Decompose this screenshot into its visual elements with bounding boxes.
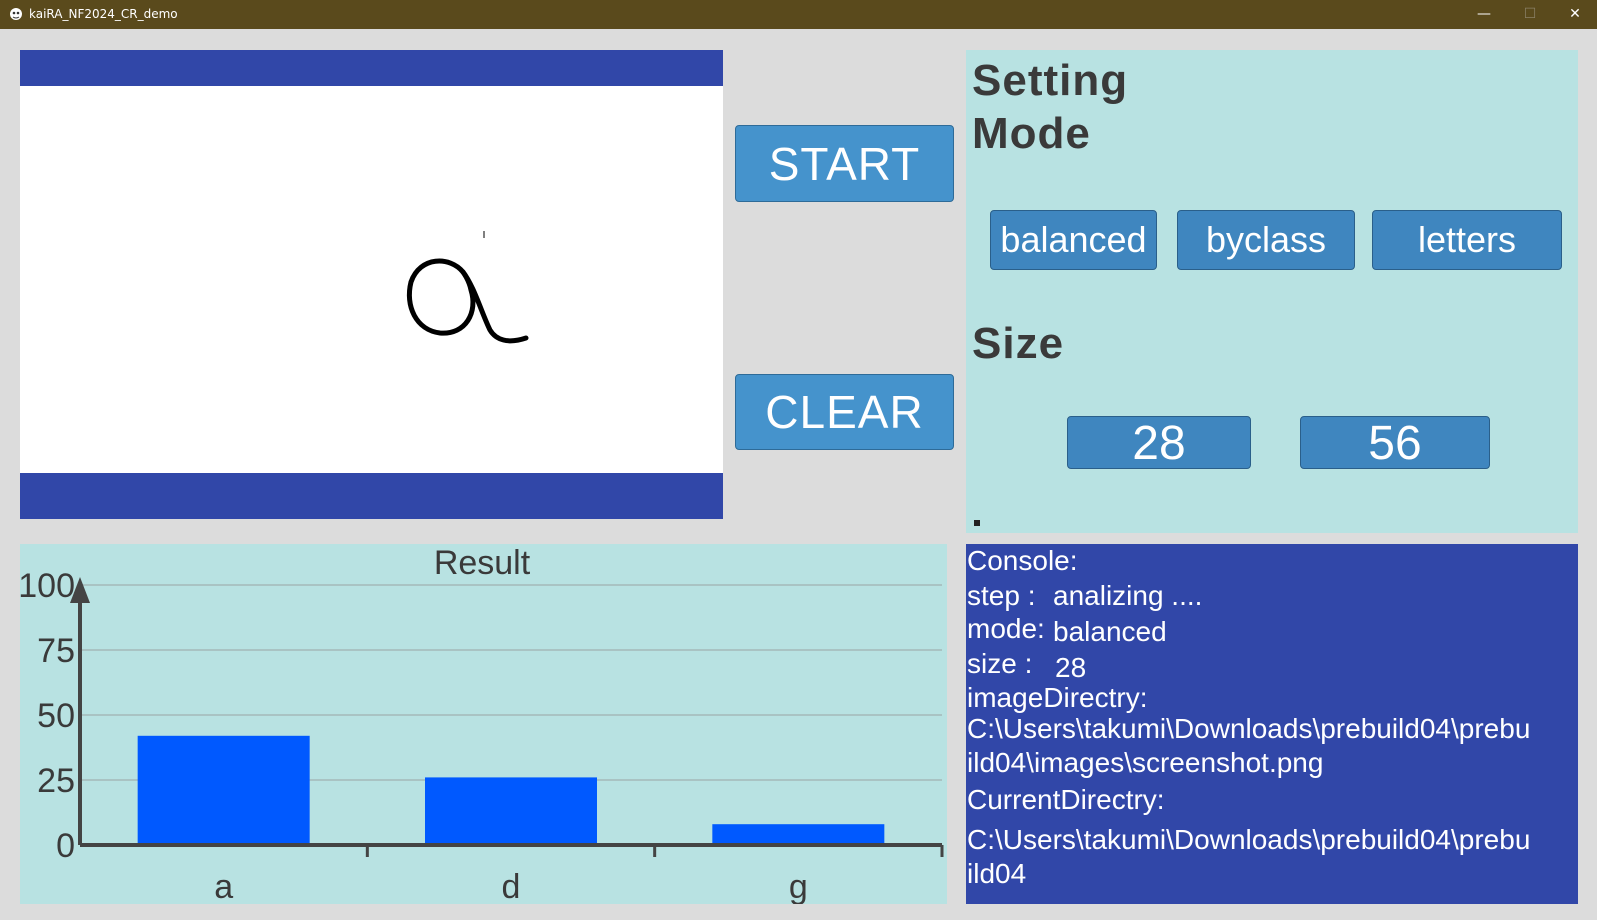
console-step-value: analizing .... [1053,580,1203,611]
console-size-value: 28 [1055,652,1087,683]
console-current-dir-label: CurrentDirectry: [967,784,1165,815]
size-28-button[interactable]: 28 [1067,416,1251,470]
console-size-label: size : [967,648,1033,679]
x-tick-label: a [214,868,233,904]
mode-letters-button[interactable]: letters [1372,210,1562,270]
x-tick-label: g [789,868,808,904]
console-image-dir-line2: ild04\images\screenshot.png [967,747,1324,778]
bar-a [137,735,310,845]
size-heading: Size [972,319,1065,368]
bar-d [425,777,597,845]
console-current-dir-line1: C:\Users\takumi\Downloads\prebuild04\pre… [967,824,1531,855]
title-bar: kaiRA_NF2024_CR_demo — ☐ ✕ [0,0,1597,29]
y-tick-label: 25 [37,762,75,800]
console-header: Console: [967,545,1078,576]
maximize-icon[interactable]: ☐ [1507,0,1553,29]
drawing-canvas[interactable] [20,50,723,519]
console-step-label: step : [967,580,1036,611]
minimize-icon[interactable]: — [1461,0,1507,29]
size-56-button[interactable]: 56 [1300,416,1490,470]
mode-heading: Mode [972,109,1091,158]
close-icon[interactable]: ✕ [1552,0,1597,29]
console-mode-value: balanced [1053,616,1167,647]
footer-mark [974,520,980,526]
start-button[interactable]: START [735,125,954,202]
result-chart: Result 0 25 50 75 100 a d g [20,544,947,904]
x-tick-label: d [502,868,521,904]
y-tick-label: 100 [20,567,75,605]
console-image-dir-line1: C:\Users\takumi\Downloads\prebuild04\pre… [967,713,1531,744]
y-tick-label: 0 [56,827,75,865]
window-title: kaiRA_NF2024_CR_demo [29,7,178,21]
bar-g [712,824,885,845]
mode-byclass-button[interactable]: byclass [1177,210,1355,270]
chart-title: Result [434,544,531,582]
app-icon [9,7,23,21]
console-image-dir-label: imageDirectry: [967,682,1148,713]
handwriting-stroke [406,231,529,344]
settings-title: Setting [972,56,1129,105]
console-current-dir-line2: ild04 [967,858,1027,889]
settings-panel: Setting Mode balanced byclass letters Si… [966,50,1578,533]
mode-balanced-button[interactable]: balanced [990,210,1157,270]
result-chart-svg: Result 0 25 50 75 100 a d g [20,544,944,904]
y-tick-label: 75 [37,632,75,670]
clear-button[interactable]: CLEAR [735,374,954,450]
console-mode-label: mode: [967,613,1045,644]
canvas-bottom-band [20,473,723,519]
console-panel: Console: step : analizing .... mode: bal… [966,544,1578,904]
y-tick-label: 50 [37,697,75,735]
